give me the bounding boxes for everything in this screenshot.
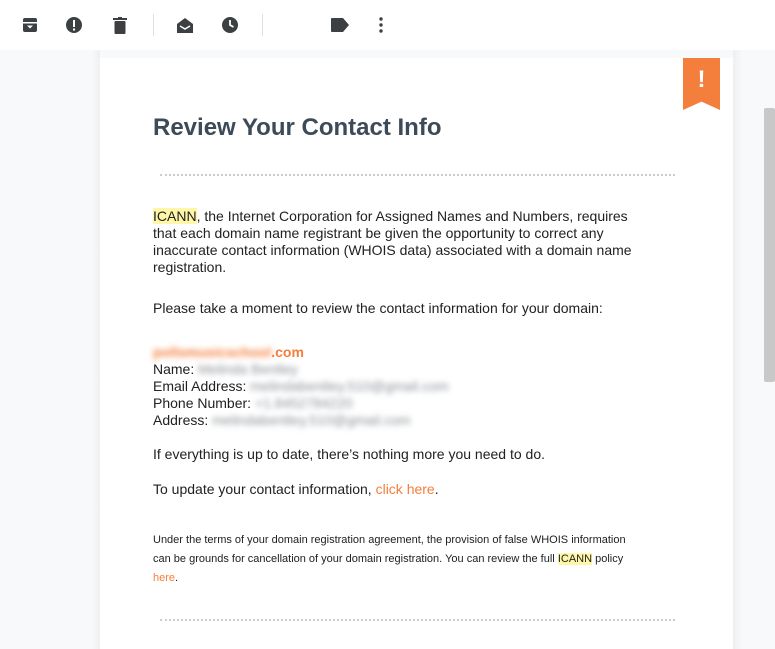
contact-info-block: pollsmusicschool.com Name: Melinda Bentl…	[153, 344, 643, 429]
click-here-link[interactable]: click here	[376, 481, 435, 497]
email-label: Email Address:	[153, 378, 247, 394]
phone-label: Phone Number:	[153, 395, 252, 411]
more-vert-icon[interactable]	[371, 15, 391, 35]
terms-text: Under the terms of your domain registrat…	[153, 534, 626, 565]
address-value: melindabentley.510@gmail.com	[212, 412, 411, 428]
phone-row: Phone Number: +1.8452784220	[153, 395, 643, 412]
scrollbar-thumb[interactable]	[764, 108, 775, 382]
address-row: Address: melindabentley.510@gmail.com	[153, 412, 643, 429]
card-edge	[92, 50, 100, 649]
policy-here-link[interactable]: here	[153, 572, 175, 584]
address-label: Address:	[153, 412, 209, 428]
review-prompt: Please take a moment to review the conta…	[153, 300, 603, 316]
name-value: Melinda Bentley	[198, 361, 298, 377]
card-edge	[733, 50, 742, 649]
intro-text: , the Internet Corporation for Assigned …	[153, 208, 632, 275]
domain-blurred: pollsmusicschool	[153, 344, 272, 360]
toolbar-separator	[153, 14, 154, 36]
terms-paragraph: Under the terms of your domain registrat…	[153, 531, 643, 588]
email-value: melindabentley.510@gmail.com	[250, 378, 449, 394]
domain-name[interactable]: pollsmusicschool.com	[153, 344, 643, 361]
domain-suffix: .com	[271, 344, 304, 360]
report-spam-icon[interactable]	[64, 15, 84, 35]
email-row: Email Address: melindabentley.510@gmail.…	[153, 378, 643, 395]
name-label: Name:	[153, 361, 195, 377]
email-toolbar	[0, 0, 775, 50]
snooze-icon[interactable]	[220, 15, 240, 35]
archive-icon[interactable]	[20, 15, 40, 35]
delete-icon[interactable]	[110, 15, 130, 35]
name-row: Name: Melinda Bentley	[153, 361, 643, 378]
alert-ribbon-icon: !	[683, 58, 720, 110]
terms-end: .	[175, 572, 179, 584]
phone-value: +1.8452784220	[254, 395, 353, 411]
label-icon[interactable]	[330, 15, 350, 35]
email-title: Review Your Contact Info	[153, 114, 442, 141]
alert-badge-text: !	[697, 66, 706, 93]
mark-unread-icon[interactable]	[175, 15, 195, 35]
update-prefix: To update your contact information,	[153, 481, 376, 497]
icann-highlight: ICANN	[557, 553, 593, 565]
terms-middle: policy	[592, 553, 624, 565]
update-suffix: .	[434, 481, 439, 497]
dotted-divider	[160, 174, 675, 176]
intro-paragraph: ICANN, the Internet Corporation for Assi…	[153, 208, 643, 276]
toolbar-separator	[262, 14, 263, 36]
icann-highlight: ICANN	[153, 208, 197, 224]
email-card: ! Review Your Contact Info ICANN, the In…	[100, 58, 733, 649]
dotted-divider	[160, 619, 675, 621]
email-viewport: ! Review Your Contact Info ICANN, the In…	[0, 50, 775, 649]
update-paragraph: To update your contact information, clic…	[153, 481, 643, 498]
up-to-date-text: If everything is up to date, there’s not…	[153, 446, 545, 462]
